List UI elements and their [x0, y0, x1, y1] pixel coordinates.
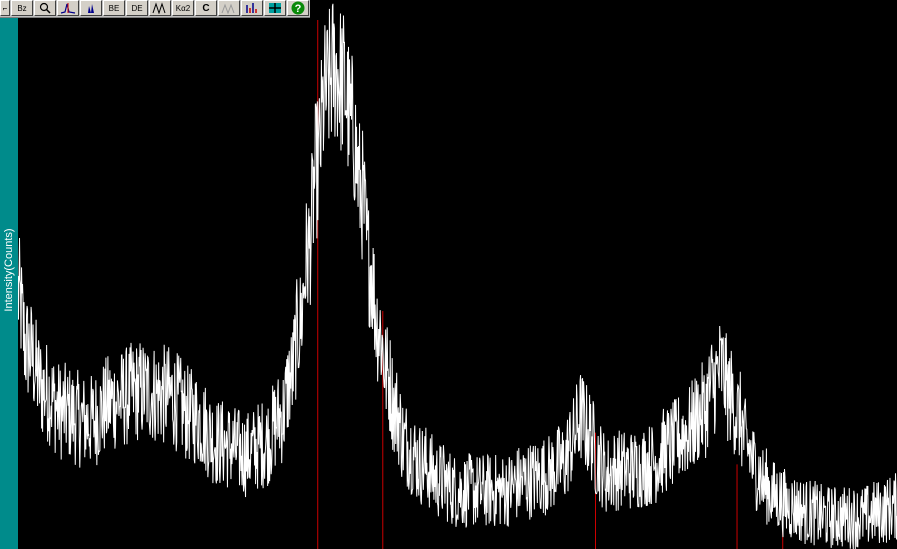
peak-shape-button[interactable]	[149, 0, 171, 16]
help-icon: ?	[291, 1, 305, 15]
calibrate-label: C	[202, 2, 210, 14]
background-edit-button[interactable]: BE	[103, 0, 125, 16]
crosshair-icon	[269, 3, 281, 13]
crosshair-button[interactable]	[264, 0, 286, 16]
stick-pattern-button[interactable]	[241, 0, 263, 16]
y-axis-strip: Intensity(Counts)	[0, 0, 18, 549]
smooth-icon	[221, 3, 235, 14]
peak-fit-button[interactable]	[57, 0, 79, 16]
magnify-icon	[39, 2, 51, 14]
y-axis-label: Intensity(Counts)	[3, 228, 15, 312]
calibrate-button[interactable]: C	[195, 0, 217, 16]
help-button[interactable]: ?	[287, 0, 309, 16]
stick-pattern-icon	[246, 3, 257, 13]
svg-text:?: ?	[295, 3, 302, 15]
corner-label: ⌐	[2, 3, 8, 13]
peak-area-icon	[84, 4, 98, 13]
data-edit-label: DE	[131, 3, 143, 13]
peak-area-button[interactable]	[80, 0, 102, 16]
double-peak-icon	[152, 2, 166, 14]
toolbar: ⌐ Bz BE DE Kα2 C ?	[0, 0, 310, 18]
zoom-xy-label: Bz	[17, 3, 27, 13]
magnify-button[interactable]	[34, 0, 56, 16]
diffraction-plot[interactable]	[18, 0, 897, 549]
smooth-button[interactable]	[218, 0, 240, 16]
ka2-strip-label: Kα2	[175, 3, 191, 13]
peak-fit-icon	[60, 3, 76, 14]
data-edit-button[interactable]: DE	[126, 0, 148, 16]
toolbar-corner-button[interactable]: ⌐	[0, 0, 10, 16]
zoom-xy-button[interactable]: Bz	[11, 0, 33, 16]
ka2-strip-button[interactable]: Kα2	[172, 0, 194, 16]
background-edit-label: BE	[108, 3, 120, 13]
